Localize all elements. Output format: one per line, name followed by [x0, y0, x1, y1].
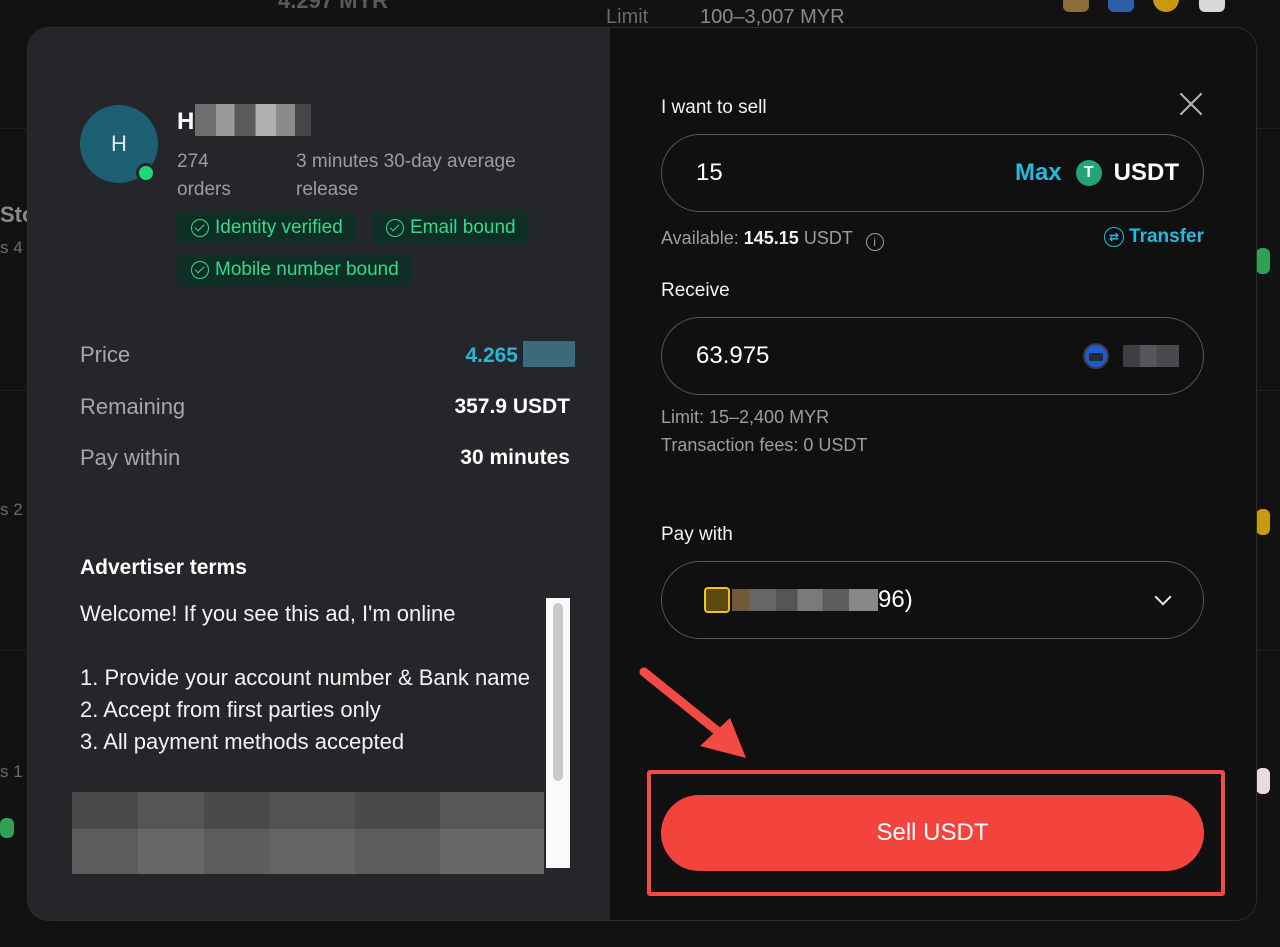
close-icon[interactable] [1178, 91, 1204, 117]
payment-account-redaction [732, 589, 878, 611]
chevron-down-icon[interactable] [1154, 588, 1172, 606]
available-balance: Available: 145.15 USDT i [661, 228, 884, 251]
price-value: 4.265 [465, 344, 518, 367]
bg-limit-value: 100–3,007 MYR [700, 6, 845, 28]
advertiser-name[interactable]: H [177, 108, 194, 136]
release-time: 3 minutes 30-day average [296, 151, 516, 172]
bg-thumb-icon [0, 818, 14, 838]
bank-icon [704, 587, 730, 613]
avatar-letter: H [111, 131, 127, 156]
price-currency-redaction [523, 341, 575, 367]
remaining-value: 357.9 USDT [454, 395, 570, 418]
sell-amount-input[interactable] [696, 159, 1015, 187]
info-icon[interactable]: i [865, 233, 884, 251]
receive-amount-field[interactable] [661, 317, 1204, 395]
bg-wallet-icon [1063, 0, 1089, 12]
email-bound-badge: Email bound [372, 212, 529, 244]
advertiser-terms-title: Advertiser terms [80, 556, 247, 579]
check-circle-icon [191, 261, 209, 279]
bg-app-icon [1199, 0, 1225, 12]
name-redaction [195, 104, 311, 136]
terms-scrollbar-thumb[interactable] [553, 603, 563, 781]
trade-panel: I want to sell Max T USDT Available: 145… [610, 28, 1256, 920]
pay-with-label: Pay with [661, 524, 733, 545]
transfer-icon: ⇄ [1104, 227, 1125, 247]
terms-redaction [72, 792, 544, 874]
orders-count: 274 [177, 151, 209, 172]
bg-side-text-2: s 4 [0, 238, 23, 257]
bg-pink-icon [1256, 768, 1270, 794]
identity-verified-badge: Identity verified [177, 212, 356, 244]
bg-side-text-4: s 1 [0, 762, 23, 781]
bg-side-text-3: s 2 [0, 500, 23, 519]
payment-account-suffix: 96) [878, 586, 913, 613]
bg-limit-label: Limit [606, 6, 649, 28]
limit-text: Limit: 15–2,400 MYR [661, 407, 830, 427]
terms-line: 2. Accept from first parties only [80, 697, 381, 722]
bg-yellow-icon [1256, 509, 1270, 535]
orders-stat: 274 orders [177, 148, 231, 204]
sell-coin: USDT [1113, 159, 1179, 186]
pay-within-value: 30 minutes [460, 446, 570, 469]
terms-line: Welcome! If you see this ad, I'm online [80, 601, 456, 626]
release-stat: 3 minutes 30-day average release [296, 148, 516, 204]
pay-within-label: Pay within [80, 445, 181, 470]
mobile-bound-badge: Mobile number bound [177, 254, 412, 286]
tether-icon: T [1075, 160, 1102, 186]
annotation-arrow-icon [639, 667, 746, 758]
bg-bank-icon [1108, 0, 1134, 12]
available-amount: 145.15 [743, 228, 799, 248]
release-label: release [296, 179, 359, 200]
bg-green-icon [1256, 248, 1270, 274]
bg-amount: 4.297 MYR [278, 0, 389, 13]
remaining-label: Remaining [80, 394, 186, 419]
sell-label: I want to sell [661, 97, 767, 118]
max-button[interactable]: Max [1015, 159, 1062, 187]
sell-amount-field[interactable]: Max T USDT [661, 134, 1204, 212]
advertiser-panel: H H 274 orders 3 minutes 30-day average … [28, 28, 610, 920]
advertiser-terms-text: Welcome! If you see this ad, I'm online … [80, 598, 550, 758]
receive-amount-input[interactable] [696, 342, 1083, 370]
transfer-link[interactable]: ⇄ Transfer [1104, 226, 1204, 248]
check-circle-icon [191, 219, 209, 237]
orders-label: orders [177, 179, 231, 200]
terms-line: 3. All payment methods accepted [80, 729, 405, 754]
receive-label: Receive [661, 280, 730, 301]
terms-line [80, 630, 550, 662]
trade-modal: H H 274 orders 3 minutes 30-day average … [27, 27, 1257, 921]
bg-coin-icon [1153, 0, 1179, 12]
terms-line: 1. Provide your account number & Bank na… [80, 665, 531, 690]
online-status-dot [136, 163, 156, 183]
check-circle-icon [386, 219, 404, 237]
currency-redaction [1123, 345, 1179, 367]
payment-method-select[interactable]: 96) [661, 561, 1204, 639]
fees-text: Transaction fees: 0 USDT [661, 435, 868, 455]
currency-icon [1083, 343, 1109, 369]
sell-usdt-button[interactable]: Sell USDT [661, 795, 1204, 871]
price-label: Price [80, 342, 131, 367]
